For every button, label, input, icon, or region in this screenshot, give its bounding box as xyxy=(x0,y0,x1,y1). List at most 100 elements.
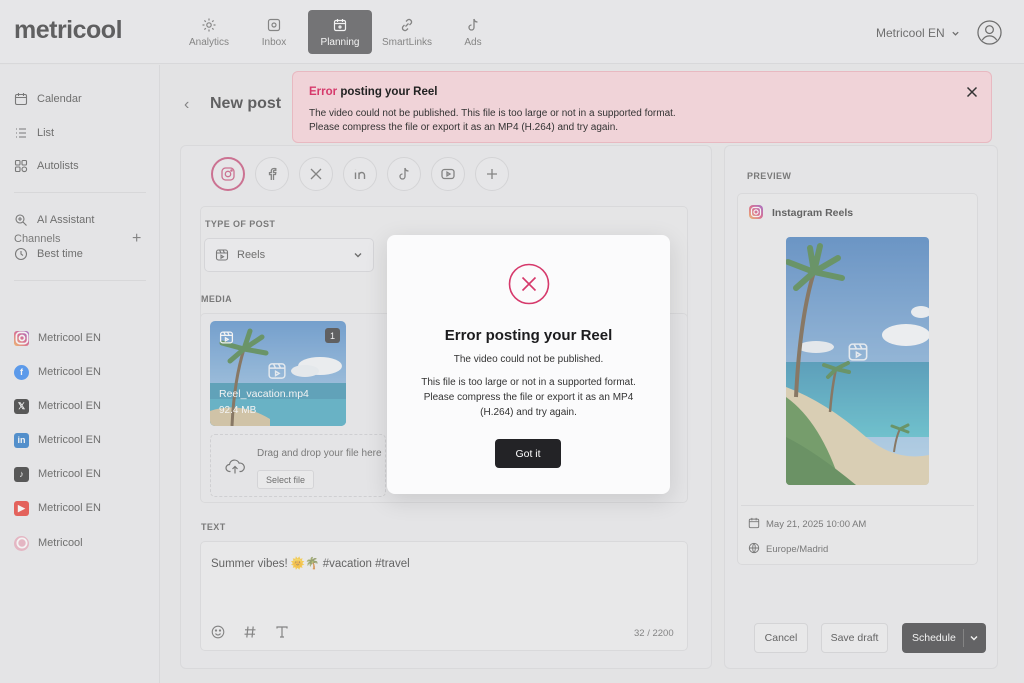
channels-heading: Channels xyxy=(14,233,61,245)
linkedin-icon: in xyxy=(14,432,29,448)
instagram-icon xyxy=(221,167,235,181)
sidebar-divider xyxy=(14,192,146,193)
channel-x[interactable]: 𝕏 Metricool EN xyxy=(14,397,101,415)
channel-metricool[interactable]: Metricool xyxy=(14,534,83,552)
post-type-value: Reels xyxy=(237,249,266,261)
sidebar-item-label: Best time xyxy=(37,248,83,260)
ai-assistant-icon xyxy=(15,214,27,226)
sidebar-item-label: List xyxy=(37,127,55,139)
cancel-button[interactable]: Cancel xyxy=(754,623,808,653)
upload-cloud-icon xyxy=(225,459,245,474)
gear-icon xyxy=(202,18,216,31)
channel-label: Metricool EN xyxy=(38,502,101,514)
channel-label: Metricool EN xyxy=(38,332,101,344)
channel-label: Metricool EN xyxy=(38,366,101,378)
modal-message-1: The video could not be published. xyxy=(453,354,604,365)
back-arrow-icon[interactable]: ‹ xyxy=(184,96,189,114)
calendar-icon xyxy=(333,18,347,31)
text-format-icon[interactable] xyxy=(275,625,289,639)
toast-title-error: Error xyxy=(309,86,338,98)
nav-ads[interactable]: Ads xyxy=(458,10,488,54)
nav-smartlinks[interactable]: SmartLinks xyxy=(382,10,432,54)
close-icon[interactable] xyxy=(965,85,979,99)
nav-ads-label: Ads xyxy=(464,36,482,48)
sidebar-item-calendar[interactable]: Calendar xyxy=(14,90,82,108)
reel-preview-image[interactable] xyxy=(786,237,929,485)
x-icon xyxy=(310,168,322,180)
account-switcher[interactable]: Metricool EN xyxy=(876,26,960,40)
media-file-size: 92.4 MB xyxy=(219,405,257,416)
chevron-down-icon[interactable] xyxy=(969,633,979,643)
network-instagram-button[interactable] xyxy=(211,157,245,191)
facebook-icon xyxy=(268,167,277,180)
media-file-name: Reel_vacation.mp4 xyxy=(219,388,309,400)
sidebar-item-ai-assistant[interactable]: AI Assistant xyxy=(14,211,94,229)
x-icon: 𝕏 xyxy=(14,398,29,414)
channel-label: Metricool EN xyxy=(38,468,101,480)
autolists-icon xyxy=(14,159,28,173)
sidebar-item-label: AI Assistant xyxy=(37,214,95,226)
chevron-down-icon xyxy=(354,253,362,258)
network-linkedin-button[interactable] xyxy=(343,157,377,191)
add-channel-icon[interactable]: + xyxy=(132,230,141,248)
post-type-select[interactable]: Reels xyxy=(204,238,374,272)
tiktok-icon: ♪ xyxy=(14,466,29,482)
channel-youtube[interactable]: ▶ Metricool EN xyxy=(14,499,101,517)
linkedin-icon xyxy=(354,169,366,179)
page-title: New post xyxy=(210,95,282,112)
youtube-icon xyxy=(441,168,455,180)
instagram-icon xyxy=(14,330,29,346)
metricool-icon xyxy=(14,535,29,551)
select-file-button[interactable]: Select file xyxy=(257,470,315,489)
channel-facebook[interactable]: f Metricool EN xyxy=(14,363,101,381)
error-toast: Error posting your Reel The video could … xyxy=(292,71,992,143)
app-logo[interactable]: metricool xyxy=(14,16,123,45)
sidebar-item-autolists[interactable]: Autolists xyxy=(14,157,79,175)
channel-tiktok[interactable]: ♪ Metricool EN xyxy=(14,465,101,483)
reels-play-icon xyxy=(268,363,286,379)
nav-inbox[interactable]: Inbox xyxy=(256,10,292,54)
network-facebook-button[interactable] xyxy=(255,157,289,191)
media-count-badge: 1 xyxy=(325,328,340,343)
character-count: 32 / 2200 xyxy=(634,628,674,639)
add-network-button[interactable] xyxy=(475,157,509,191)
preview-label: PREVIEW xyxy=(747,171,792,181)
save-draft-button[interactable]: Save draft xyxy=(821,623,888,653)
nav-analytics[interactable]: Analytics xyxy=(188,10,230,54)
globe-icon xyxy=(748,542,760,554)
sidebar-divider xyxy=(14,280,146,281)
channel-instagram[interactable]: Metricool EN xyxy=(14,329,101,347)
text-label: TEXT xyxy=(201,522,226,532)
facebook-icon: f xyxy=(14,364,29,380)
toast-line-2: Please compress the file or export it as… xyxy=(309,122,619,133)
sidebar-item-label: Autolists xyxy=(37,160,79,172)
nav-planning-label: Planning xyxy=(320,36,360,48)
got-it-button[interactable]: Got it xyxy=(495,439,561,468)
preview-title: Instagram Reels xyxy=(772,207,854,219)
reels-icon xyxy=(215,249,229,261)
network-tiktok-button[interactable] xyxy=(387,157,421,191)
link-icon xyxy=(401,18,413,31)
hashtag-icon[interactable] xyxy=(243,625,257,639)
nav-planning[interactable]: Planning xyxy=(308,10,372,54)
sidebar-item-best-time[interactable]: Best time xyxy=(14,245,83,263)
account-name: Metricool EN xyxy=(876,26,945,40)
channel-linkedin[interactable]: in Metricool EN xyxy=(14,431,101,449)
network-x-button[interactable] xyxy=(299,157,333,191)
chevron-down-icon xyxy=(952,31,959,36)
preview-divider xyxy=(741,505,974,506)
channel-label: Metricool EN xyxy=(38,434,101,446)
network-youtube-button[interactable] xyxy=(431,157,465,191)
channel-label: Metricool EN xyxy=(38,400,101,412)
sidebar-item-list[interactable]: List xyxy=(14,124,54,142)
plus-icon xyxy=(487,169,497,179)
media-label: MEDIA xyxy=(201,294,232,304)
nav-analytics-label: Analytics xyxy=(188,36,229,48)
type-of-post-label: TYPE OF POST xyxy=(205,219,276,229)
tiktok-icon xyxy=(399,167,409,180)
calendar-icon xyxy=(748,517,760,529)
media-thumbnail[interactable]: 1 Reel_vacation.mp4 92.4 MB xyxy=(210,321,346,426)
toast-message: The video could not be published. This f… xyxy=(309,107,929,135)
user-avatar-icon[interactable] xyxy=(977,20,1002,45)
emoji-icon[interactable] xyxy=(211,625,225,639)
